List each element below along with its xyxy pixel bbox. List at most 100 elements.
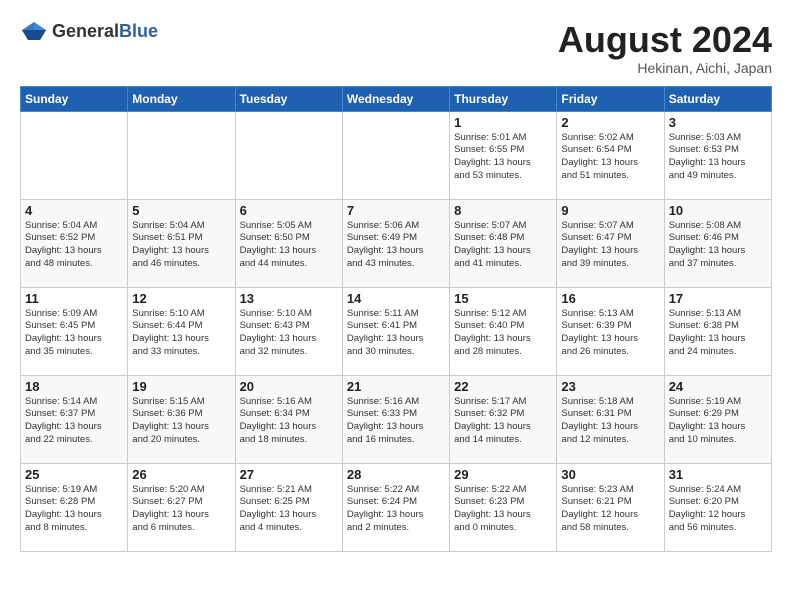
calendar-cell: 10 Sunrise: 5:08 AM Sunset: 6:46 PM Dayli… — [664, 199, 771, 287]
day-number: 20 — [240, 379, 338, 394]
day-number: 15 — [454, 291, 552, 306]
calendar-cell: 26 Sunrise: 5:20 AM Sunset: 6:27 PM Dayli… — [128, 463, 235, 551]
calendar-week-row: 4 Sunrise: 5:04 AM Sunset: 6:52 PM Daylig… — [21, 199, 772, 287]
cell-info: Sunrise: 5:13 AM Sunset: 6:39 PM Dayligh… — [561, 308, 659, 359]
cell-info: Sunrise: 5:06 AM Sunset: 6:49 PM Dayligh… — [347, 220, 445, 271]
logo-blue: Blue — [119, 21, 158, 41]
calendar-cell: 21 Sunrise: 5:16 AM Sunset: 6:33 PM Dayli… — [342, 375, 449, 463]
weekday-header-monday: Monday — [128, 86, 235, 111]
cell-info: Sunrise: 5:12 AM Sunset: 6:40 PM Dayligh… — [454, 308, 552, 359]
weekday-header-wednesday: Wednesday — [342, 86, 449, 111]
day-number: 19 — [132, 379, 230, 394]
calendar-cell: 18 Sunrise: 5:14 AM Sunset: 6:37 PM Dayli… — [21, 375, 128, 463]
day-number: 30 — [561, 467, 659, 482]
weekday-header-thursday: Thursday — [450, 86, 557, 111]
calendar-cell: 15 Sunrise: 5:12 AM Sunset: 6:40 PM Dayli… — [450, 287, 557, 375]
day-number: 26 — [132, 467, 230, 482]
calendar-cell: 3Sunrise: 5:03 AM Sunset: 6:53 PM Daylig… — [664, 111, 771, 199]
cell-info: Sunrise: 5:04 AM Sunset: 6:51 PM Dayligh… — [132, 220, 230, 271]
logo-text: GeneralBlue — [52, 21, 158, 42]
cell-info: Sunrise: 5:07 AM Sunset: 6:47 PM Dayligh… — [561, 220, 659, 271]
calendar-cell: 22 Sunrise: 5:17 AM Sunset: 6:32 PM Dayli… — [450, 375, 557, 463]
calendar-cell: 5 Sunrise: 5:04 AM Sunset: 6:51 PM Daylig… — [128, 199, 235, 287]
calendar-cell: 27 Sunrise: 5:21 AM Sunset: 6:25 PM Dayli… — [235, 463, 342, 551]
cell-info: Sunrise: 5:18 AM Sunset: 6:31 PM Dayligh… — [561, 396, 659, 447]
day-number: 4 — [25, 203, 123, 218]
calendar-cell: 25 Sunrise: 5:19 AM Sunset: 6:28 PM Dayli… — [21, 463, 128, 551]
cell-info: Sunrise: 5:15 AM Sunset: 6:36 PM Dayligh… — [132, 396, 230, 447]
day-number: 10 — [669, 203, 767, 218]
day-number: 31 — [669, 467, 767, 482]
calendar-week-row: 18 Sunrise: 5:14 AM Sunset: 6:37 PM Dayli… — [21, 375, 772, 463]
day-number: 2 — [561, 115, 659, 130]
day-number: 17 — [669, 291, 767, 306]
cell-info: Sunrise: 5:22 AM Sunset: 6:24 PM Dayligh… — [347, 484, 445, 535]
cell-info: Sunrise: 5:03 AM Sunset: 6:53 PM Dayligh… — [669, 132, 767, 183]
cell-info: Sunrise: 5:19 AM Sunset: 6:28 PM Dayligh… — [25, 484, 123, 535]
calendar-cell — [235, 111, 342, 199]
day-number: 24 — [669, 379, 767, 394]
day-number: 6 — [240, 203, 338, 218]
cell-info: Sunrise: 5:10 AM Sunset: 6:44 PM Dayligh… — [132, 308, 230, 359]
calendar-cell: 24 Sunrise: 5:19 AM Sunset: 6:29 PM Dayli… — [664, 375, 771, 463]
calendar-cell: 8 Sunrise: 5:07 AM Sunset: 6:48 PM Daylig… — [450, 199, 557, 287]
day-number: 12 — [132, 291, 230, 306]
location-subtitle: Hekinan, Aichi, Japan — [558, 60, 772, 76]
day-number: 25 — [25, 467, 123, 482]
cell-info: Sunrise: 5:04 AM Sunset: 6:52 PM Dayligh… — [25, 220, 123, 271]
day-number: 21 — [347, 379, 445, 394]
cell-info: Sunrise: 5:19 AM Sunset: 6:29 PM Dayligh… — [669, 396, 767, 447]
calendar-table: SundayMondayTuesdayWednesdayThursdayFrid… — [20, 86, 772, 552]
cell-info: Sunrise: 5:22 AM Sunset: 6:23 PM Dayligh… — [454, 484, 552, 535]
cell-info: Sunrise: 5:21 AM Sunset: 6:25 PM Dayligh… — [240, 484, 338, 535]
calendar-cell — [128, 111, 235, 199]
cell-info: Sunrise: 5:08 AM Sunset: 6:46 PM Dayligh… — [669, 220, 767, 271]
cell-info: Sunrise: 5:14 AM Sunset: 6:37 PM Dayligh… — [25, 396, 123, 447]
logo-icon — [20, 20, 48, 42]
cell-info: Sunrise: 5:20 AM Sunset: 6:27 PM Dayligh… — [132, 484, 230, 535]
day-number: 18 — [25, 379, 123, 394]
weekday-header-saturday: Saturday — [664, 86, 771, 111]
cell-info: Sunrise: 5:16 AM Sunset: 6:33 PM Dayligh… — [347, 396, 445, 447]
day-number: 23 — [561, 379, 659, 394]
day-number: 27 — [240, 467, 338, 482]
cell-info: Sunrise: 5:23 AM Sunset: 6:21 PM Dayligh… — [561, 484, 659, 535]
day-number: 22 — [454, 379, 552, 394]
calendar-cell: 9 Sunrise: 5:07 AM Sunset: 6:47 PM Daylig… — [557, 199, 664, 287]
cell-info: Sunrise: 5:07 AM Sunset: 6:48 PM Dayligh… — [454, 220, 552, 271]
day-number: 9 — [561, 203, 659, 218]
calendar-cell: 30 Sunrise: 5:23 AM Sunset: 6:21 PM Dayli… — [557, 463, 664, 551]
cell-info: Sunrise: 5:11 AM Sunset: 6:41 PM Dayligh… — [347, 308, 445, 359]
day-number: 13 — [240, 291, 338, 306]
calendar-cell: 31Sunrise: 5:24 AM Sunset: 6:20 PM Dayli… — [664, 463, 771, 551]
calendar-cell: 29Sunrise: 5:22 AM Sunset: 6:23 PM Dayli… — [450, 463, 557, 551]
day-number: 8 — [454, 203, 552, 218]
day-number: 28 — [347, 467, 445, 482]
weekday-header-row: SundayMondayTuesdayWednesdayThursdayFrid… — [21, 86, 772, 111]
day-number: 14 — [347, 291, 445, 306]
calendar-cell: 20 Sunrise: 5:16 AM Sunset: 6:34 PM Dayli… — [235, 375, 342, 463]
cell-info: Sunrise: 5:02 AM Sunset: 6:54 PM Dayligh… — [561, 132, 659, 183]
title-block: August 2024 Hekinan, Aichi, Japan — [558, 20, 772, 76]
calendar-cell: 12 Sunrise: 5:10 AM Sunset: 6:44 PM Dayli… — [128, 287, 235, 375]
month-year-title: August 2024 — [558, 20, 772, 60]
calendar-cell: 11 Sunrise: 5:09 AM Sunset: 6:45 PM Dayli… — [21, 287, 128, 375]
day-number: 11 — [25, 291, 123, 306]
logo-general: General — [52, 21, 119, 41]
calendar-cell: 28 Sunrise: 5:22 AM Sunset: 6:24 PM Dayli… — [342, 463, 449, 551]
calendar-cell: 16 Sunrise: 5:13 AM Sunset: 6:39 PM Dayli… — [557, 287, 664, 375]
cell-info: Sunrise: 5:01 AM Sunset: 6:55 PM Dayligh… — [454, 132, 552, 183]
calendar-cell: 14 Sunrise: 5:11 AM Sunset: 6:41 PM Dayli… — [342, 287, 449, 375]
day-number: 5 — [132, 203, 230, 218]
day-number: 7 — [347, 203, 445, 218]
calendar-cell — [21, 111, 128, 199]
cell-info: Sunrise: 5:16 AM Sunset: 6:34 PM Dayligh… — [240, 396, 338, 447]
calendar-cell: 7 Sunrise: 5:06 AM Sunset: 6:49 PM Daylig… — [342, 199, 449, 287]
cell-info: Sunrise: 5:17 AM Sunset: 6:32 PM Dayligh… — [454, 396, 552, 447]
weekday-header-tuesday: Tuesday — [235, 86, 342, 111]
page-header: GeneralBlue August 2024 Hekinan, Aichi, … — [20, 20, 772, 76]
cell-info: Sunrise: 5:09 AM Sunset: 6:45 PM Dayligh… — [25, 308, 123, 359]
calendar-cell: 6Sunrise: 5:05 AM Sunset: 6:50 PM Daylig… — [235, 199, 342, 287]
day-number: 16 — [561, 291, 659, 306]
day-number: 1 — [454, 115, 552, 130]
